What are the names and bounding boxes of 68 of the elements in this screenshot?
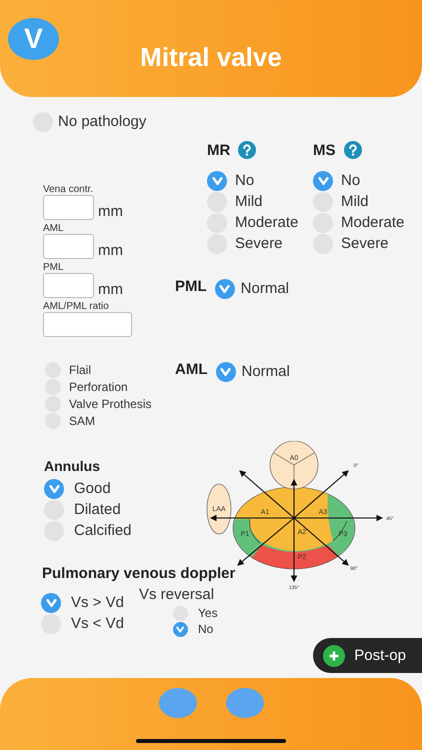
field-label: Vena contr. [43,184,94,195]
radio-button[interactable] [173,622,188,636]
radio-button[interactable] [41,614,61,634]
radio-button[interactable] [44,500,64,520]
option-label: Moderate [235,214,298,231]
radio-button[interactable] [216,362,236,382]
option-label: Vs < Vd [71,615,124,632]
option-label: No [198,622,214,636]
option-label: No pathology [58,113,146,130]
section-heading: MS [313,142,336,158]
field-label: AML [43,223,65,234]
measurement-field[interactable] [43,273,94,298]
radio-button[interactable] [173,606,188,620]
check-icon [212,175,222,186]
radio-button[interactable] [207,170,227,190]
check-icon [318,175,328,186]
option-label: Severe [235,235,283,252]
option-label: Normal [242,363,290,380]
option-label: No [235,172,254,189]
section-heading: Annulus [44,458,100,474]
unit-label: mm [98,203,123,220]
plus-icon [323,644,346,666]
radio-button[interactable] [44,478,64,498]
option-label: Mild [235,193,263,210]
option-label: Yes [198,606,218,620]
option-label: Flail [69,362,92,376]
measurement-field[interactable] [43,234,94,259]
option-label: Valve Prothesis [69,396,152,410]
post-op-button[interactable]: Post-op [313,638,422,673]
check-icon [219,283,230,294]
radio-button[interactable] [313,170,333,190]
radio-button[interactable] [41,592,61,612]
check-icon [176,624,185,634]
radio-button[interactable] [313,192,333,212]
option-label: Moderate [341,214,404,231]
check-icon [220,366,231,377]
help-icon[interactable] [344,141,362,159]
section-heading: MR [207,142,230,158]
option-label: Calcified [74,522,132,539]
field-label: PML [43,262,65,273]
section-heading: Vs reversal [139,586,214,603]
radio-button[interactable] [214,278,235,298]
option-label: Mild [341,193,369,210]
option-label: Severe [341,235,389,252]
measurement-field[interactable] [43,195,94,220]
page-title: Mitral valve [140,42,282,73]
check-icon [46,597,56,608]
section-heading: Pulmonary venous doppler [42,565,236,582]
option-label: Good [74,480,111,497]
measurement-field[interactable] [43,312,132,337]
option-label: SAM [69,414,96,428]
section-heading: AML [175,361,208,378]
appendage-drawing [206,484,232,534]
option-label: No [341,172,360,189]
unit-label: mm [98,242,123,259]
aortic-valve-drawing [270,441,318,490]
field-label: AML/PML ratio [43,301,110,312]
help-icon[interactable] [238,141,256,159]
option-label: Perforation [69,380,128,394]
check-icon [48,483,60,494]
option-label: Normal [240,280,290,297]
option-label: Dilated [74,501,121,518]
section-heading: PML [175,278,207,295]
radio-button[interactable] [207,192,227,212]
nav-button[interactable] [158,688,196,718]
unit-label: mm [98,281,123,298]
option-label: Vs > Vd [71,594,124,611]
nav-button[interactable] [226,688,264,718]
